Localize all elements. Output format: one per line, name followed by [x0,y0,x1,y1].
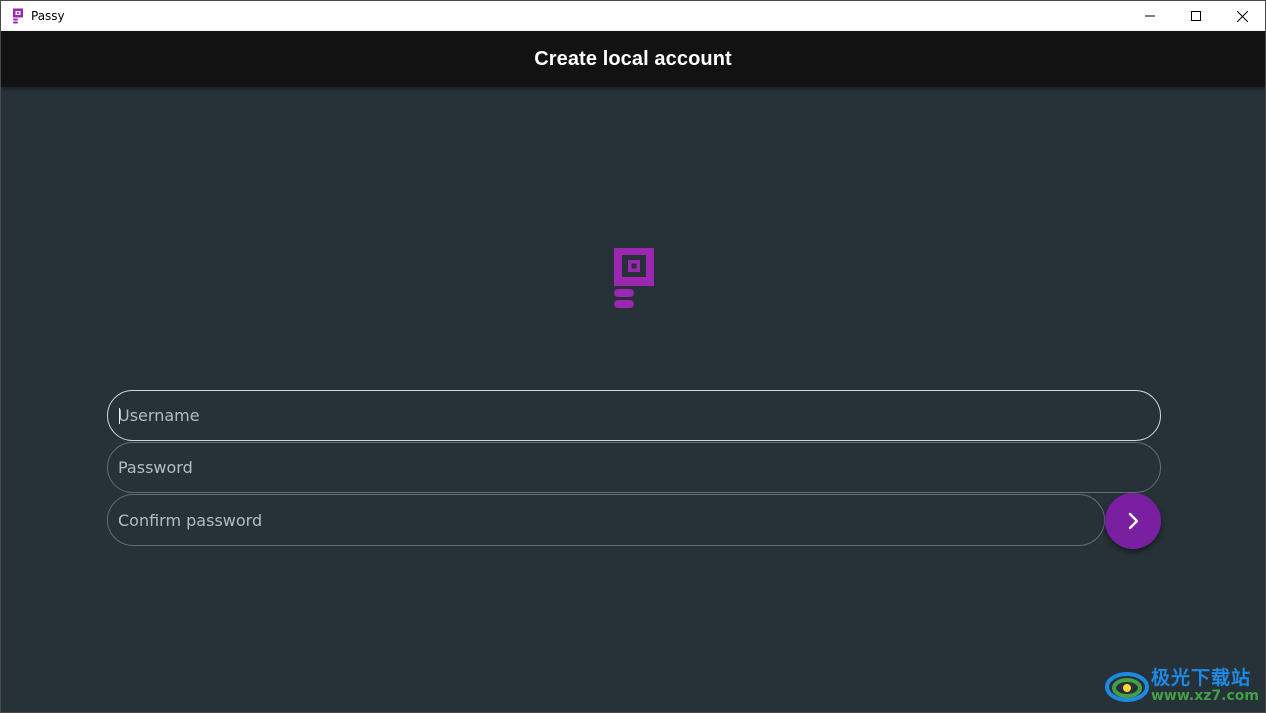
submit-button[interactable] [1105,493,1161,549]
watermark-text: 极光下载站 [1151,667,1252,689]
chevron-right-icon [1128,512,1139,530]
username-field[interactable] [107,390,1161,441]
close-button[interactable] [1219,1,1265,31]
passy-app-icon [10,8,26,24]
window-titlebar[interactable]: Passy [1,1,1265,31]
watermark-url: www.xz7.com [1151,688,1259,704]
minimize-button[interactable] [1127,1,1173,31]
close-icon [1236,10,1248,22]
app-bar: Create local account [1,31,1265,87]
watermark: 极光下载站 www.xz7.com [1105,661,1261,711]
confirm-password-input[interactable] [108,510,1104,530]
password-field[interactable] [107,442,1161,493]
window-title: Passy [31,9,65,23]
password-input[interactable] [108,458,1160,477]
minimize-icon [1145,15,1155,17]
window-controls [1127,1,1265,31]
maximize-icon [1191,11,1201,21]
confirm-password-field[interactable] [107,494,1105,546]
page-title: Create local account [534,47,732,70]
watermark-logo-icon [1105,672,1149,702]
text-caret [119,408,120,424]
app-window: Passy Create local account Username 极光下载… [0,0,1266,713]
passy-logo-icon [614,248,654,308]
maximize-button[interactable] [1173,1,1219,31]
username-input[interactable] [108,406,1160,425]
